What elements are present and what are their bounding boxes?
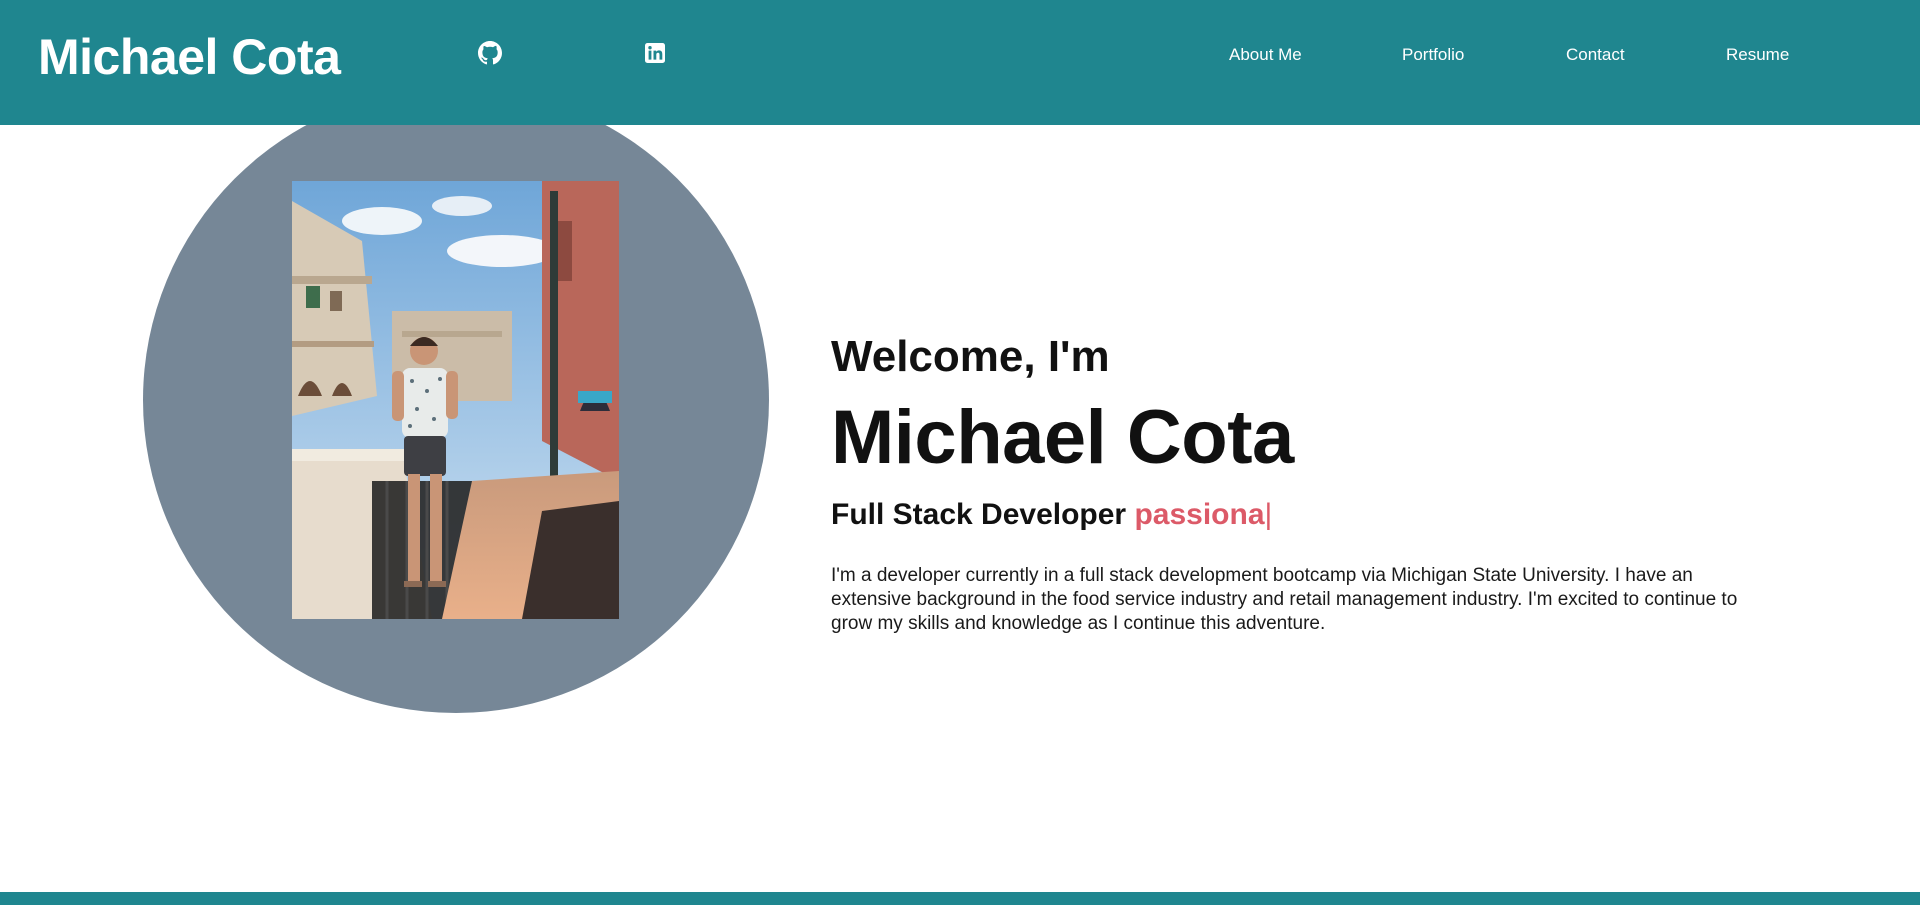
typed-word: passiona bbox=[1134, 498, 1265, 531]
nav-about-me[interactable]: About Me bbox=[1229, 44, 1302, 66]
nav-resume[interactable]: Resume bbox=[1726, 44, 1789, 66]
profile-photo bbox=[292, 181, 619, 619]
role-prefix: Full Stack Developer bbox=[831, 498, 1127, 531]
site-header: Michael Cota About Me Portfolio Contact … bbox=[0, 0, 1920, 125]
typing-cursor: | bbox=[1264, 498, 1273, 531]
profile-photo-illustration bbox=[292, 181, 619, 619]
main-nav: About Me Portfolio Contact Resume bbox=[0, 0, 1920, 110]
hero-name: Michael Cota bbox=[831, 395, 1294, 480]
welcome-heading: Welcome, I'm bbox=[831, 332, 1110, 381]
hero-text: Welcome, I'm Michael Cota Full Stack Dev… bbox=[831, 330, 1751, 636]
page: Michael Cota About Me Portfolio Contact … bbox=[0, 0, 1920, 905]
nav-contact[interactable]: Contact bbox=[1566, 44, 1625, 66]
footer-strip bbox=[0, 892, 1920, 905]
bio-paragraph: I'm a developer currently in a full stac… bbox=[831, 565, 1738, 634]
nav-portfolio[interactable]: Portfolio bbox=[1402, 44, 1464, 66]
role-line: Full Stack Developer passiona| bbox=[831, 496, 1751, 534]
